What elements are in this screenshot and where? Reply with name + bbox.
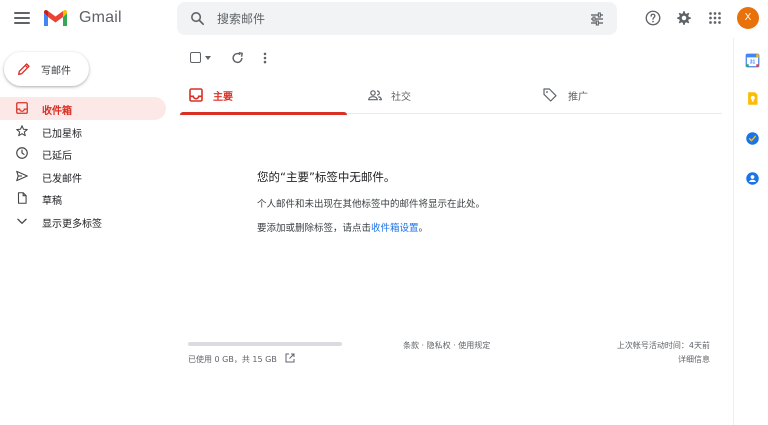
top-bar: Gmail X [0,0,768,38]
sidebar-item-drafts[interactable]: 草稿 [0,187,166,210]
contacts-icon[interactable] [745,171,760,186]
open-in-new-icon[interactable] [284,352,296,364]
tab-social[interactable]: 社交 [361,76,541,114]
category-tabs: 主要 社交 推广 [180,76,722,115]
chevron-down-icon [17,218,27,224]
compose-button[interactable]: 写邮件 [4,52,89,86]
empty-state-action-suffix: 。 [418,223,429,234]
gear-icon[interactable] [675,9,693,27]
search-bar[interactable] [177,2,617,35]
help-icon[interactable] [644,9,662,27]
sidebar-item-label: 已加星标 [42,128,82,140]
tab-label: 推广 [568,92,588,103]
sidebar-item-sent[interactable]: 已发邮件 [0,165,166,188]
search-options-icon[interactable] [589,11,605,27]
svg-text:31: 31 [750,60,756,66]
sidebar-item-label: 已延后 [42,151,72,162]
clock-icon [16,147,28,159]
sidebar-item-snoozed[interactable]: 已延后 [0,142,166,165]
search-input[interactable] [217,2,577,35]
app-name[interactable]: Gmail [79,9,122,27]
inbox-icon [189,88,203,102]
tag-icon [543,88,557,102]
sidebar-item-starred[interactable]: 已加星标 [0,120,166,143]
active-tab-indicator [180,112,347,115]
tasks-icon[interactable] [745,131,760,146]
empty-state-action-prefix: 要添加或删除标签，请点击 [257,223,372,234]
draft-icon [17,192,27,204]
inbox-settings-link[interactable]: 收件箱设置 [371,223,419,234]
side-panel: 31 [733,38,768,425]
storage-usage-text: 已使用 0 GB，共 15 GB [188,355,277,364]
search-icon[interactable] [189,10,206,27]
keep-icon[interactable] [745,91,760,106]
select-options-caret-icon[interactable] [205,56,211,60]
compose-label: 写邮件 [41,66,71,77]
main-menu-button[interactable] [12,8,32,28]
tab-label: 主要 [213,92,233,103]
activity-details-link[interactable]: 详细信息 [678,354,710,365]
message-toolbar [180,46,300,70]
tab-promotions[interactable]: 推广 [542,76,722,114]
sidebar-item-more[interactable]: 显示更多标签 [0,210,166,233]
star-icon [16,124,28,136]
sidebar-item-label: 显示更多标签 [42,218,102,230]
more-vert-icon[interactable] [258,50,272,66]
footer-links[interactable]: 条款 · 隐私权 · 使用规定 [403,340,490,351]
refresh-icon[interactable] [230,50,245,66]
account-avatar[interactable]: X [737,7,759,29]
send-icon [16,170,28,181]
tab-label: 社交 [391,92,411,103]
empty-state-title: 您的“主要”标签中无邮件。 [257,170,396,184]
sidebar-nav: 收件箱 已加星标 已延后 已发邮件 草稿 显示更多标签 [0,97,166,232]
calendar-icon[interactable]: 31 [745,53,760,68]
sidebar-item-label: 收件箱 [42,106,72,117]
sidebar-item-label: 草稿 [42,196,62,207]
apps-grid-icon[interactable] [706,9,724,27]
inbox-icon [16,102,28,114]
last-account-activity: 上次帐号活动时间：4天前 [616,341,710,350]
sidebar-item-label: 已发邮件 [42,173,82,185]
empty-state-action: 要添加或删除标签，请点击收件箱设置。 [257,220,428,234]
sidebar-item-inbox[interactable]: 收件箱 [0,97,166,120]
select-all-checkbox[interactable] [190,52,201,63]
tab-primary[interactable]: 主要 [180,76,360,115]
gmail-logo-icon[interactable] [42,8,69,28]
pencil-icon [18,63,30,75]
storage-usage-bar [188,342,342,346]
people-icon [367,90,382,101]
empty-state-description: 个人邮件和未出现在其他标签中的邮件将显示在此处。 [257,199,486,210]
